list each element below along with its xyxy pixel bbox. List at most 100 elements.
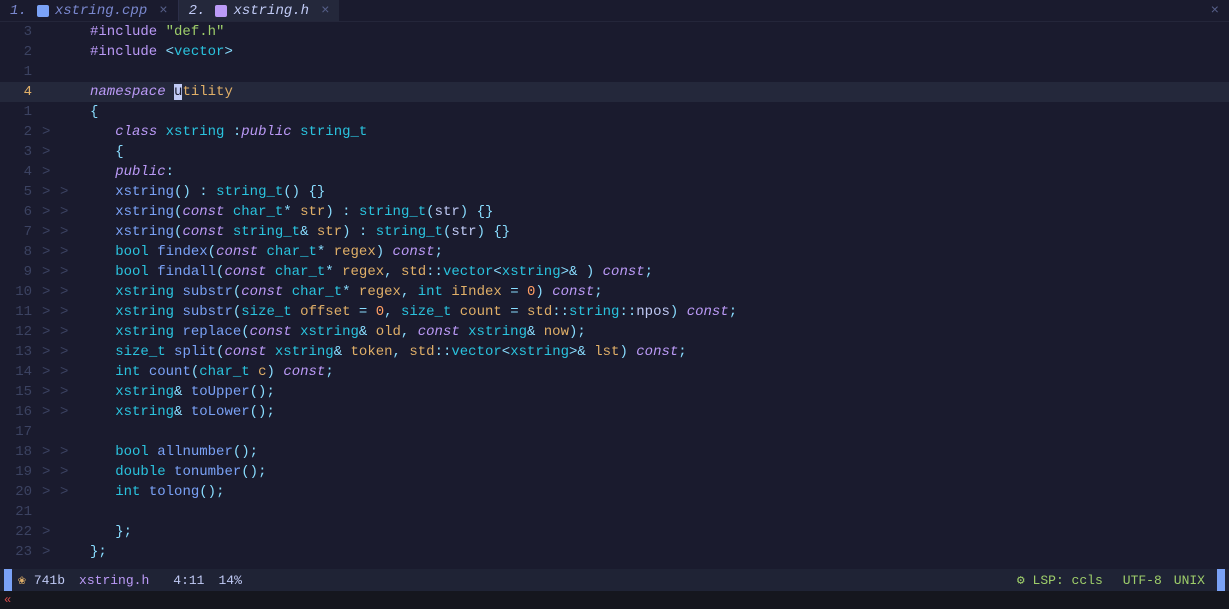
line-number: 22 bbox=[0, 522, 42, 542]
mode-indicator-r bbox=[1217, 569, 1225, 591]
fold-indicator bbox=[42, 62, 60, 82]
line-number: 4 bbox=[0, 82, 42, 102]
code-line[interactable]: 10>> xstring substr(const char_t* regex,… bbox=[0, 282, 1229, 302]
fold-indicator bbox=[42, 102, 60, 122]
line-number: 1 bbox=[0, 62, 42, 82]
fold-indicator-2: > bbox=[60, 262, 90, 282]
code-content[interactable]: xstring(const char_t* str) : string_t(st… bbox=[90, 202, 1229, 222]
code-line[interactable]: 14>> int count(char_t c) const; bbox=[0, 362, 1229, 382]
code-line[interactable]: 17 bbox=[0, 422, 1229, 442]
code-content[interactable]: xstring() : string_t() {} bbox=[90, 182, 1229, 202]
fold-indicator: > bbox=[42, 122, 60, 142]
code-content[interactable]: size_t split(const xstring& token, std::… bbox=[90, 342, 1229, 362]
line-number: 13 bbox=[0, 342, 42, 362]
code-content[interactable]: bool allnumber(); bbox=[90, 442, 1229, 462]
fold-indicator-2: > bbox=[60, 322, 90, 342]
code-content[interactable]: xstring& toUpper(); bbox=[90, 382, 1229, 402]
code-line[interactable]: 2#include <vector> bbox=[0, 42, 1229, 62]
code-line[interactable]: 23>}; bbox=[0, 542, 1229, 562]
code-line[interactable]: 9>> bool findall(const char_t* regex, st… bbox=[0, 262, 1229, 282]
fold-indicator-2: > bbox=[60, 282, 90, 302]
code-content[interactable]: namespace utility bbox=[90, 82, 1229, 102]
tab-xstring-cpp[interactable]: 1.xstring.cpp× bbox=[0, 0, 178, 21]
code-content[interactable]: public: bbox=[90, 162, 1229, 182]
code-line[interactable]: 12>> xstring replace(const xstring& old,… bbox=[0, 322, 1229, 342]
code-content[interactable]: }; bbox=[90, 522, 1229, 542]
code-content[interactable]: int tolong(); bbox=[90, 482, 1229, 502]
line-number: 12 bbox=[0, 322, 42, 342]
code-content[interactable]: xstring replace(const xstring& old, cons… bbox=[90, 322, 1229, 342]
line-number: 14 bbox=[0, 362, 42, 382]
tab-file-name: xstring.cpp bbox=[55, 3, 147, 19]
tab-xstring-h[interactable]: 2.xstring.h× bbox=[179, 0, 340, 21]
code-content[interactable]: bool findex(const char_t* regex) const; bbox=[90, 242, 1229, 262]
code-line[interactable]: 1{ bbox=[0, 102, 1229, 122]
code-line[interactable]: 3#include "def.h" bbox=[0, 22, 1229, 42]
line-number: 5 bbox=[0, 182, 42, 202]
code-content[interactable]: xstring substr(const char_t* regex, int … bbox=[90, 282, 1229, 302]
code-line[interactable]: 16>> xstring& toLower(); bbox=[0, 402, 1229, 422]
code-content[interactable] bbox=[90, 422, 1229, 442]
code-content[interactable]: xstring& toLower(); bbox=[90, 402, 1229, 422]
code-editor[interactable]: 3#include "def.h"2#include <vector>14nam… bbox=[0, 22, 1229, 570]
fold-indicator-2: > bbox=[60, 302, 90, 322]
line-number: 23 bbox=[0, 542, 42, 562]
code-content[interactable]: #include "def.h" bbox=[90, 22, 1229, 42]
code-content[interactable]: int count(char_t c) const; bbox=[90, 362, 1229, 382]
command-line[interactable]: « bbox=[0, 591, 1229, 609]
code-line[interactable]: 7>> xstring(const string_t& str) : strin… bbox=[0, 222, 1229, 242]
file-icon bbox=[37, 5, 49, 17]
code-content[interactable] bbox=[90, 62, 1229, 82]
code-content[interactable]: bool findall(const char_t* regex, std::v… bbox=[90, 262, 1229, 282]
code-line[interactable]: 15>> xstring& toUpper(); bbox=[0, 382, 1229, 402]
line-number: 7 bbox=[0, 222, 42, 242]
file-icon bbox=[215, 5, 227, 17]
lsp-status: ⚙ LSP: ccls bbox=[1017, 573, 1103, 588]
code-line[interactable]: 6>> xstring(const char_t* str) : string_… bbox=[0, 202, 1229, 222]
line-number: 4 bbox=[0, 162, 42, 182]
line-number: 19 bbox=[0, 462, 42, 482]
code-line[interactable]: 21 bbox=[0, 502, 1229, 522]
code-content[interactable]: { bbox=[90, 102, 1229, 122]
fold-indicator: > bbox=[42, 522, 60, 542]
code-line[interactable]: 19>> double tonumber(); bbox=[0, 462, 1229, 482]
code-content[interactable]: { bbox=[90, 142, 1229, 162]
line-number: 15 bbox=[0, 382, 42, 402]
code-line[interactable]: 4 namespace utility bbox=[0, 82, 1229, 102]
fold-indicator: > bbox=[42, 182, 60, 202]
tab-close-icon[interactable]: × bbox=[321, 3, 329, 19]
tab-file-name: xstring.h bbox=[233, 3, 309, 19]
code-content[interactable]: xstring substr(size_t offset = 0, size_t… bbox=[90, 302, 1229, 322]
code-line[interactable]: 11>> xstring substr(size_t offset = 0, s… bbox=[0, 302, 1229, 322]
code-content[interactable]: class xstring :public string_t bbox=[90, 122, 1229, 142]
code-line[interactable]: 4> public: bbox=[0, 162, 1229, 182]
close-all-tabs-icon[interactable]: × bbox=[1211, 3, 1219, 19]
code-content[interactable]: #include <vector> bbox=[90, 42, 1229, 62]
code-line[interactable]: 18>> bool allnumber(); bbox=[0, 442, 1229, 462]
cursor-position: 4:11 bbox=[173, 573, 204, 588]
fold-indicator: > bbox=[42, 262, 60, 282]
fold-indicator-2: > bbox=[60, 242, 90, 262]
line-number: 6 bbox=[0, 202, 42, 222]
tab-close-icon[interactable]: × bbox=[159, 3, 167, 19]
encoding: UTF-8 bbox=[1123, 573, 1162, 588]
code-line[interactable]: 20>> int tolong(); bbox=[0, 482, 1229, 502]
code-line[interactable]: 1 bbox=[0, 62, 1229, 82]
line-number: 10 bbox=[0, 282, 42, 302]
code-content[interactable] bbox=[90, 502, 1229, 522]
code-line[interactable]: 8>> bool findex(const char_t* regex) con… bbox=[0, 242, 1229, 262]
code-line[interactable]: 2> class xstring :public string_t bbox=[0, 122, 1229, 142]
fold-indicator: > bbox=[42, 382, 60, 402]
code-line[interactable]: 5>> xstring() : string_t() {} bbox=[0, 182, 1229, 202]
fold-indicator: > bbox=[42, 282, 60, 302]
tab-bar: 1.xstring.cpp×2.xstring.h× × bbox=[0, 0, 1229, 22]
code-content[interactable]: xstring(const string_t& str) : string_t(… bbox=[90, 222, 1229, 242]
code-content[interactable]: }; bbox=[90, 542, 1229, 562]
code-content[interactable]: double tonumber(); bbox=[90, 462, 1229, 482]
code-line[interactable]: 22> }; bbox=[0, 522, 1229, 542]
fold-indicator-2 bbox=[60, 162, 90, 182]
code-line[interactable]: 13>> size_t split(const xstring& token, … bbox=[0, 342, 1229, 362]
code-line[interactable]: 3> { bbox=[0, 142, 1229, 162]
line-number: 21 bbox=[0, 502, 42, 522]
fold-indicator: > bbox=[42, 162, 60, 182]
